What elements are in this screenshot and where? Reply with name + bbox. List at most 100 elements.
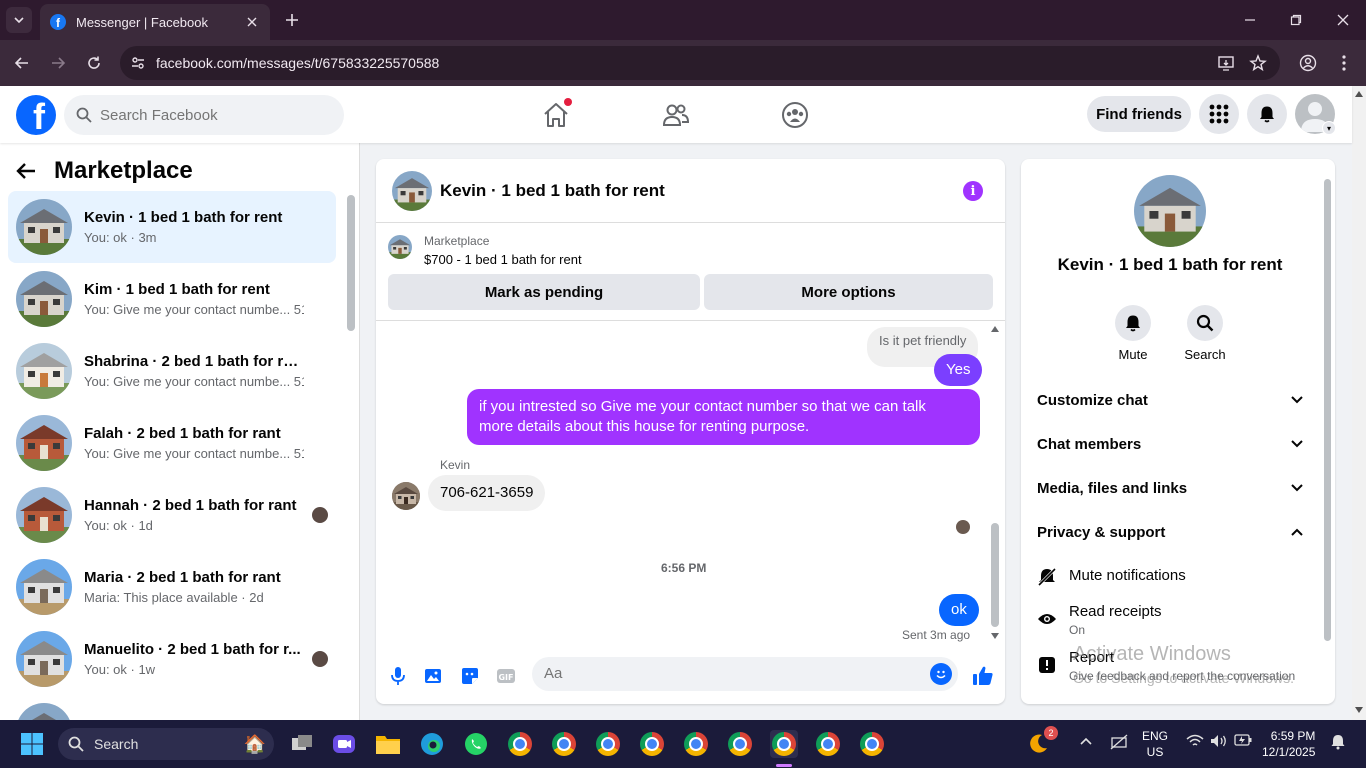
gif-icon[interactable]: GIF	[494, 664, 518, 688]
back-button[interactable]	[12, 53, 32, 73]
battery-icon[interactable]	[1234, 734, 1252, 749]
thumbs-up-icon[interactable]	[971, 664, 995, 688]
search-action[interactable]: Search	[1175, 305, 1235, 362]
windows-start-icon[interactable]	[20, 732, 44, 756]
scroll-up-icon[interactable]	[1354, 90, 1364, 98]
microphone-icon[interactable]	[386, 664, 410, 688]
sender-avatar[interactable]	[392, 482, 420, 510]
customize-chat-row[interactable]: Customize chat	[1037, 382, 1303, 418]
mute-notifications-item[interactable]: Mute notifications	[1037, 567, 1307, 587]
chrome-profile-icon[interactable]	[814, 730, 842, 758]
read-receipts-item[interactable]: Read receipts On	[1037, 603, 1307, 637]
message-input-box[interactable]	[532, 657, 958, 691]
mute-button[interactable]	[1115, 305, 1151, 341]
conversation-item[interactable]: Falah · 2 bed 1 bath for rant You: Give m…	[8, 407, 336, 479]
edge-browser-icon[interactable]	[418, 730, 446, 758]
chrome-profile-icon[interactable]	[638, 730, 666, 758]
conversation-item[interactable]: Hannah · 2 bed 1 bath for rant You: ok · …	[8, 479, 336, 551]
facebook-logo-icon[interactable]: f	[16, 95, 56, 135]
chat-members-row[interactable]: Chat members	[1037, 426, 1303, 462]
listing-price[interactable]: $700 - 1 bed 1 bath for rent	[424, 252, 582, 267]
message-bubble-outgoing[interactable]: ok	[939, 594, 979, 626]
conversation-item[interactable]: Kevin · 1 bed 1 bath for rent You: ok · 3…	[8, 191, 336, 263]
message-bubble-incoming[interactable]: 706-621-3659	[428, 475, 546, 511]
chrome-profile-icon[interactable]	[682, 730, 710, 758]
taskbar-search-box[interactable]: Search 🏠	[58, 728, 274, 760]
mute-action[interactable]: Mute	[1103, 305, 1163, 362]
profile-button[interactable]	[1298, 53, 1318, 73]
reload-button[interactable]	[84, 53, 104, 73]
emoji-icon[interactable]	[930, 663, 952, 685]
url-field[interactable]: facebook.com/messages/t/675833225570588	[120, 46, 1280, 80]
notifications-button[interactable]	[1247, 94, 1287, 134]
conversation-item[interactable]: Manuelito · 2 bed 1 bath for r... You: ok…	[8, 623, 336, 695]
maximize-button[interactable]	[1286, 10, 1306, 30]
sidebar-scrollbar[interactable]	[347, 195, 355, 331]
chat-avatar[interactable]	[392, 170, 432, 211]
file-explorer-icon[interactable]	[374, 730, 402, 758]
chevron-down-icon[interactable]: ▾	[1322, 121, 1336, 135]
chat-scrollbar[interactable]	[991, 523, 999, 627]
task-view-icon[interactable]	[288, 730, 316, 758]
scroll-up-icon[interactable]	[990, 325, 1000, 333]
tab-close-icon[interactable]	[244, 14, 260, 30]
volume-icon[interactable]	[1210, 734, 1228, 751]
chrome-profile-icon[interactable]	[550, 730, 578, 758]
conversation-item[interactable]: Shabrina · 2 bed 1 bath for rent You: Giv…	[8, 335, 336, 407]
forward-button[interactable]	[48, 53, 68, 73]
search-facebook-box[interactable]	[64, 95, 344, 135]
conversation-item[interactable]: Dampp · 1 bed 1 bath for rent	[8, 695, 336, 720]
chrome-profile-icon[interactable]	[726, 730, 754, 758]
whatsapp-icon[interactable]	[462, 730, 490, 758]
info-icon[interactable]: i	[963, 181, 983, 201]
browser-menu-button[interactable]	[1334, 53, 1354, 73]
conversation-item[interactable]: Maria · 2 bed 1 bath for rant Maria: This…	[8, 551, 336, 623]
network-off-icon[interactable]	[1110, 734, 1128, 753]
site-settings-icon[interactable]	[130, 55, 146, 71]
close-window-button[interactable]	[1333, 10, 1353, 30]
message-bubble-outgoing[interactable]: if you intrested so Give me your contact…	[467, 389, 980, 445]
details-avatar[interactable]	[1134, 175, 1206, 247]
media-files-row[interactable]: Media, files and links	[1037, 470, 1303, 506]
privacy-support-row[interactable]: Privacy & support	[1037, 514, 1303, 550]
more-options-button[interactable]: More options	[704, 274, 993, 310]
meet-app-icon[interactable]	[330, 730, 358, 758]
find-friends-button[interactable]: Find friends	[1087, 96, 1191, 132]
photo-icon[interactable]	[422, 664, 446, 688]
scroll-down-icon[interactable]	[990, 632, 1000, 640]
weather-widget-icon[interactable]: 2	[1024, 726, 1058, 758]
chevron-up-icon[interactable]	[1080, 734, 1092, 748]
wifi-icon[interactable]	[1186, 734, 1204, 751]
browser-tab-active[interactable]: f Messenger | Facebook	[40, 4, 270, 40]
friends-nav-button[interactable]	[656, 96, 696, 134]
scroll-down-icon[interactable]	[1354, 706, 1364, 714]
mark-as-pending-button[interactable]: Mark as pending	[388, 274, 700, 310]
report-item[interactable]: Report Give feedback and report the conv…	[1037, 649, 1307, 683]
details-scrollbar[interactable]	[1324, 179, 1331, 641]
tab-search-button[interactable]	[6, 7, 32, 33]
bookmark-button[interactable]	[1248, 53, 1268, 73]
new-tab-button[interactable]	[282, 10, 302, 30]
message-bubble-outgoing[interactable]: Yes	[934, 354, 983, 386]
listing-thumbnail[interactable]	[388, 235, 412, 259]
chrome-profile-icon[interactable]	[594, 730, 622, 758]
chrome-profile-icon[interactable]	[506, 730, 534, 758]
chrome-profile-icon[interactable]	[858, 730, 886, 758]
install-app-button[interactable]	[1216, 53, 1236, 73]
chrome-profile-icon-active[interactable]	[770, 730, 798, 758]
menu-button[interactable]	[1199, 94, 1239, 134]
home-nav-button[interactable]	[536, 96, 576, 134]
system-clock[interactable]: 6:59 PM 12/1/2025	[1262, 728, 1315, 760]
sticker-icon[interactable]	[458, 664, 482, 688]
search-in-chat-button[interactable]	[1187, 305, 1223, 341]
search-facebook-input[interactable]	[100, 106, 320, 124]
chat-title[interactable]: Kevin · 1 bed 1 bath for rent	[440, 181, 665, 201]
message-input[interactable]	[544, 665, 904, 682]
language-indicator[interactable]: ENG US	[1142, 728, 1168, 760]
back-arrow-icon[interactable]	[16, 162, 36, 180]
notification-bell-icon[interactable]	[1330, 734, 1346, 753]
page-scrollbar[interactable]	[1352, 86, 1366, 720]
groups-nav-button[interactable]	[775, 96, 815, 134]
minimize-button[interactable]	[1240, 10, 1260, 30]
conversation-item[interactable]: Kim · 1 bed 1 bath for rent You: Give me …	[8, 263, 336, 335]
